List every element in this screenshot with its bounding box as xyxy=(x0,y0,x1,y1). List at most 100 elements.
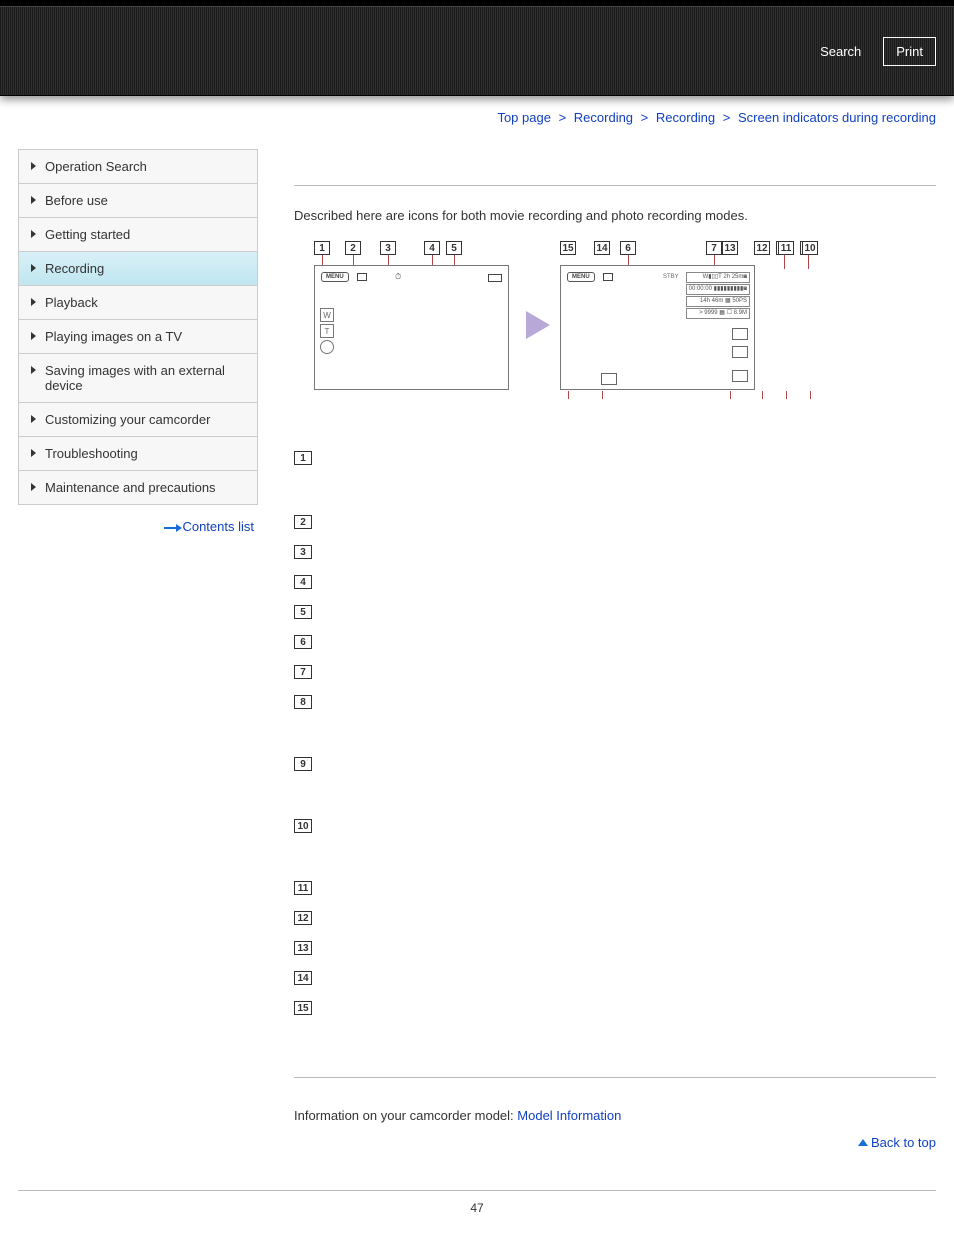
callout-num: 3 xyxy=(380,241,396,255)
triangle-up-icon xyxy=(858,1139,868,1146)
list-item: 7 xyxy=(294,665,936,681)
chevron-right-icon xyxy=(31,162,36,170)
chevron-right-icon xyxy=(31,332,36,340)
back-to-top-link[interactable]: Back to top xyxy=(871,1135,936,1150)
sidebar-item-label: Operation Search xyxy=(45,159,147,174)
sidebar-item-before-use[interactable]: Before use xyxy=(19,184,257,218)
breadcrumb-link-0[interactable]: Top page xyxy=(497,110,551,125)
sidebar: Operation Search Before use Getting star… xyxy=(18,149,258,1150)
info-row: > 9999 ▦ ☐ 8.9M xyxy=(686,308,750,319)
callout-num: 11 xyxy=(778,241,794,255)
sidebar-item-label: Customizing your camcorder xyxy=(45,412,210,427)
chevron-right-icon xyxy=(31,230,36,238)
sidebar-item-customizing[interactable]: Customizing your camcorder xyxy=(19,403,257,437)
menu-icon: MENU xyxy=(567,272,595,282)
contents-list-link[interactable]: Contents list xyxy=(182,519,254,534)
battery-icon xyxy=(488,274,502,282)
camera-icon xyxy=(603,273,613,281)
camera-icon xyxy=(357,273,367,281)
breadcrumb: Top page > Recording > Recording > Scree… xyxy=(0,96,954,129)
page-body: Operation Search Before use Getting star… xyxy=(0,129,954,1180)
view-images-icon xyxy=(601,373,617,385)
list-num: 6 xyxy=(294,635,312,649)
bottom-section: Information on your camcorder model: Mod… xyxy=(294,1077,936,1150)
model-info-link[interactable]: Model Information xyxy=(517,1108,621,1123)
breadcrumb-link-1[interactable]: Recording xyxy=(574,110,633,125)
chevron-right-icon xyxy=(31,483,36,491)
search-button[interactable]: Search xyxy=(808,38,873,65)
list-item: 14 xyxy=(294,971,936,987)
callout-num: 2 xyxy=(345,241,361,255)
list-item: 10 xyxy=(294,819,936,835)
list-num: 1 xyxy=(294,451,312,465)
sidebar-item-label: Getting started xyxy=(45,227,130,242)
sidebar-item-label: Before use xyxy=(45,193,108,208)
list-item: 11 xyxy=(294,881,936,897)
zoom-t-button: T xyxy=(320,324,334,338)
list-item: 12 xyxy=(294,911,936,927)
info-row: 00:00:00 ▮▮▮▮▮▮▮▮▮◙ xyxy=(686,284,750,295)
sidebar-item-label: Recording xyxy=(45,261,104,276)
info-row: 14h 46m ▦ 50PS xyxy=(686,296,750,307)
sidebar-item-label: Maintenance and precautions xyxy=(45,480,216,495)
zoom-buttons: W T xyxy=(320,308,334,354)
list-item: 13 xyxy=(294,941,936,957)
callout-num: 12 xyxy=(754,241,770,255)
model-info-line: Information on your camcorder model: Mod… xyxy=(294,1108,936,1123)
breadcrumb-sep: > xyxy=(555,110,571,125)
sidebar-item-getting-started[interactable]: Getting started xyxy=(19,218,257,252)
sidebar-item-saving-external[interactable]: Saving images with an external device xyxy=(19,354,257,403)
callout-num: 5 xyxy=(446,241,462,255)
sidebar-item-label: Playing images on a TV xyxy=(45,329,182,344)
callout-num: 14 xyxy=(594,241,610,255)
self-timer-icon: ⏱ xyxy=(395,272,401,282)
chevron-right-icon xyxy=(31,196,36,204)
list-item: 2 xyxy=(294,515,936,531)
print-button[interactable]: Print xyxy=(883,37,936,66)
sidebar-item-troubleshooting[interactable]: Troubleshooting xyxy=(19,437,257,471)
callout-num: 6 xyxy=(620,241,636,255)
chevron-right-icon xyxy=(31,449,36,457)
sidebar-item-playing-on-tv[interactable]: Playing images on a TV xyxy=(19,320,257,354)
callout-line xyxy=(784,255,785,269)
callout-line xyxy=(786,391,787,399)
record-button-icon xyxy=(320,340,334,354)
callout-num: 4 xyxy=(424,241,440,255)
screen-movie-mode: MENU ⏱ W T xyxy=(314,265,509,390)
list-item: 1 xyxy=(294,451,936,467)
callout-line xyxy=(730,391,731,399)
arrow-right-icon xyxy=(526,311,550,339)
list-num: 11 xyxy=(294,881,312,895)
callout-num: 15 xyxy=(560,241,576,255)
list-item: 3 xyxy=(294,545,936,561)
model-info-prefix: Information on your camcorder model: xyxy=(294,1108,517,1123)
chevron-right-icon xyxy=(31,264,36,272)
horizontal-rule xyxy=(294,185,936,186)
list-item: 15 xyxy=(294,1001,936,1017)
sidebar-item-playback[interactable]: Playback xyxy=(19,286,257,320)
sidebar-item-recording[interactable]: Recording xyxy=(19,252,257,286)
breadcrumb-link-3[interactable]: Screen indicators during recording xyxy=(738,110,936,125)
callout-line xyxy=(568,391,569,399)
sidebar-item-maintenance[interactable]: Maintenance and precautions xyxy=(19,471,257,505)
screen-photo-mode: MENU STBY W▮▯▯T 2h 25m◙ 00:00:00 ▮▮▮▮▮▮▮… xyxy=(560,265,755,390)
breadcrumb-sep: > xyxy=(637,110,653,125)
low-lux-icon xyxy=(732,370,748,382)
list-num: 15 xyxy=(294,1001,312,1015)
list-num: 7 xyxy=(294,665,312,679)
sidebar-item-label: Saving images with an external device xyxy=(45,363,225,393)
list-num: 4 xyxy=(294,575,312,589)
back-to-top-area: Back to top xyxy=(294,1135,936,1150)
callout-num: 10 xyxy=(802,241,818,255)
callout-line xyxy=(602,391,603,399)
list-num: 13 xyxy=(294,941,312,955)
breadcrumb-link-2[interactable]: Recording xyxy=(656,110,715,125)
menu-icon: MENU xyxy=(321,272,349,282)
sidebar-item-operation-search[interactable]: Operation Search xyxy=(19,150,257,184)
list-item: 9 xyxy=(294,757,936,773)
indicator-list: 1 2 3 4 5 6 7 8 9 10 11 12 13 14 15 xyxy=(294,451,936,1017)
list-num: 8 xyxy=(294,695,312,709)
page-number: 47 xyxy=(0,1191,954,1245)
zoom-w-button: W xyxy=(320,308,334,322)
chevron-right-icon xyxy=(31,298,36,306)
